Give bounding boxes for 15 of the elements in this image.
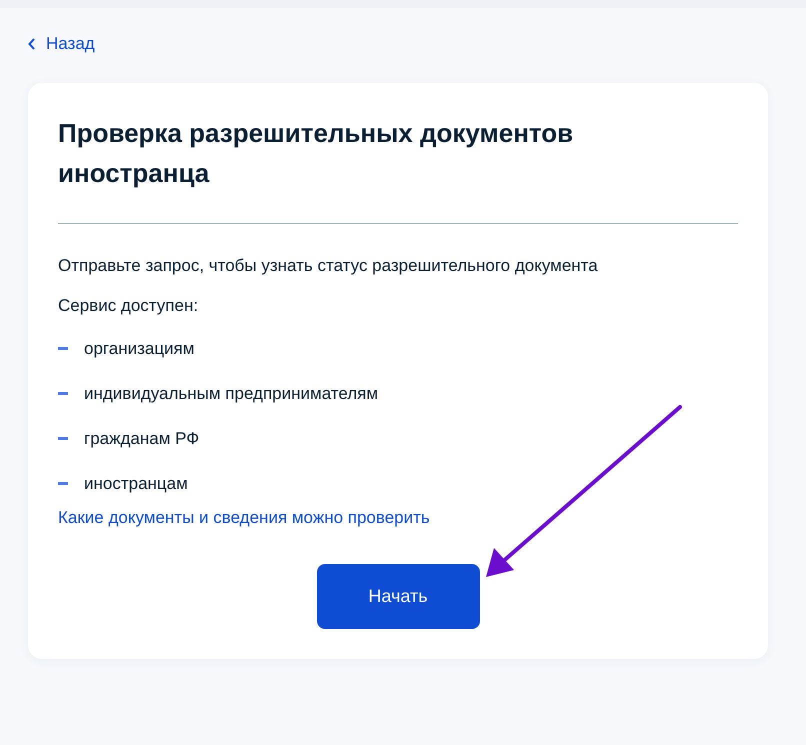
- dash-bullet-icon: [58, 437, 68, 440]
- back-link[interactable]: Назад: [28, 34, 95, 54]
- chevron-left-icon: [28, 38, 36, 50]
- start-button[interactable]: Начать: [316, 564, 480, 629]
- list-item-text: гражданам РФ: [84, 428, 200, 448]
- dash-bullet-icon: [58, 347, 68, 350]
- list-item-text: иностранцам: [84, 474, 188, 494]
- list-item-text: организациям: [84, 338, 194, 358]
- list-heading: Сервис доступен:: [58, 295, 200, 317]
- dash-bullet-icon: [58, 482, 68, 485]
- list-item-text: индивидуальным предпринимателям: [84, 384, 378, 404]
- dash-bullet-icon: [58, 392, 68, 395]
- description-text: Отправьте запрос, чтобы узнать статус разрешительного документа: [58, 255, 599, 277]
- page-title: Проверка разрешительных документов иностранца: [58, 117, 574, 190]
- info-link[interactable]: Какие документы и сведения можно проверить: [58, 508, 430, 528]
